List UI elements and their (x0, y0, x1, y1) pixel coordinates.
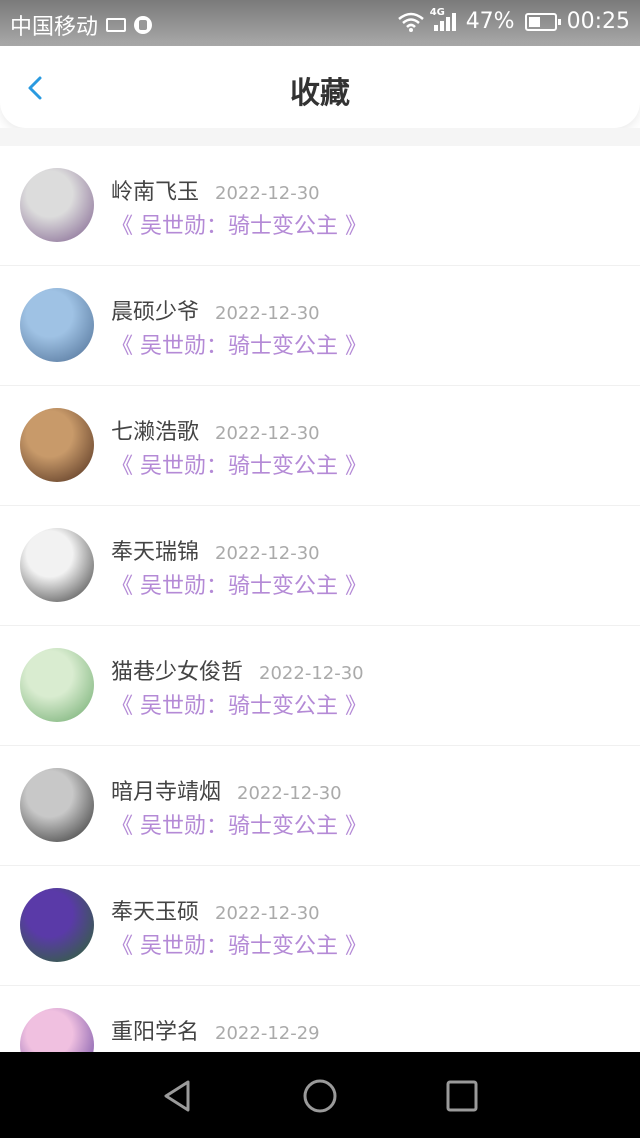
user-name-text: 晨硕少爷 (111, 300, 200, 325)
wifi-icon (397, 12, 424, 32)
avatar[interactable] (20, 648, 94, 722)
signal-icon: 4G (430, 7, 456, 31)
header-divider (0, 128, 640, 146)
clock: 00:25 (566, 9, 630, 34)
home-circle-icon[interactable] (300, 1076, 340, 1116)
user-name: 重阳学名 2022-12-29 (111, 1014, 320, 1046)
user-name: 奉天玉硕 2022-12-30 (111, 894, 320, 926)
avatar[interactable] (20, 768, 94, 842)
user-name: 奉天瑞锦 2022-12-30 (111, 534, 320, 566)
avatar[interactable] (20, 168, 94, 242)
recents-square-icon[interactable] (442, 1076, 482, 1116)
battery-icon (524, 12, 561, 31)
date-label: 2022-12-30 (215, 543, 320, 564)
user-name: 岭南飞玉 2022-12-30 (111, 174, 320, 206)
work-title-link[interactable]: 《 吴世勋：骑士变公主 》 (111, 568, 367, 600)
user-name-text: 岭南飞玉 (111, 180, 200, 205)
list-item[interactable]: 岭南飞玉 2022-12-30 《 吴世勋：骑士变公主 》 (0, 146, 640, 266)
user-name: 猫巷少女俊哲 2022-12-30 (111, 654, 364, 686)
date-label: 2022-12-29 (215, 1023, 320, 1044)
avatar[interactable] (20, 888, 94, 962)
page-title: 收藏 (290, 76, 350, 111)
header-bar: 收藏 (0, 46, 640, 128)
back-triangle-icon[interactable] (158, 1076, 198, 1116)
navigation-bar (0, 1052, 640, 1138)
date-label: 2022-12-30 (215, 303, 320, 324)
work-title-link[interactable]: 《 吴世勋：骑士变公主 》 (111, 808, 367, 840)
date-label: 2022-12-30 (237, 783, 342, 804)
date-label: 2022-12-30 (215, 183, 320, 204)
user-name-text: 重阳学名 (111, 1020, 200, 1045)
favorites-list[interactable]: 岭南飞玉 2022-12-30 《 吴世勋：骑士变公主 》晨硕少爷 2022-12-3… (0, 146, 640, 1052)
battery-percent: 47% (465, 9, 515, 34)
sim-icon (106, 18, 127, 32)
user-name-text: 猫巷少女俊哲 (111, 660, 244, 685)
list-item[interactable]: 奉天瑞锦 2022-12-30 《 吴世勋：骑士变公主 》 (0, 506, 640, 626)
list-item[interactable]: 奉天玉硕 2022-12-30 《 吴世勋：骑士变公主 》 (0, 866, 640, 986)
network-type: 4G (429, 6, 445, 18)
work-title-link[interactable]: 《 吴世勋：骑士变公主 》 (111, 208, 367, 240)
work-title-link[interactable]: 《 吴世勋：骑士变公主 》 (111, 928, 367, 960)
shield-icon (134, 16, 153, 34)
date-label: 2022-12-30 (259, 663, 364, 684)
list-item[interactable]: 猫巷少女俊哲 2022-12-30 《 吴世勋：骑士变公主 》 (0, 626, 640, 746)
list-item[interactable]: 暗月寺靖烟 2022-12-30 《 吴世勋：骑士变公主 》 (0, 746, 640, 866)
work-title-link[interactable]: 《 吴世勋：骑士变公主 》 (111, 688, 367, 720)
list-item[interactable]: 晨硕少爷 2022-12-30 《 吴世勋：骑士变公主 》 (0, 266, 640, 386)
user-name: 暗月寺靖烟 2022-12-30 (111, 774, 342, 806)
user-name-text: 暗月寺靖烟 (111, 780, 222, 805)
list-item[interactable]: 七濑浩歌 2022-12-30 《 吴世勋：骑士变公主 》 (0, 386, 640, 506)
avatar[interactable] (20, 408, 94, 482)
carrier-label: 中国移动 (10, 15, 99, 40)
avatar[interactable] (20, 528, 94, 602)
user-name-text: 奉天瑞锦 (111, 540, 200, 565)
user-name: 晨硕少爷 2022-12-30 (111, 294, 320, 326)
date-label: 2022-12-30 (215, 903, 320, 924)
status-bar: 中国移动 4G 47% 00:25 (0, 0, 640, 46)
user-name: 七濑浩歌 2022-12-30 (111, 414, 320, 446)
avatar[interactable] (20, 288, 94, 362)
date-label: 2022-12-30 (215, 423, 320, 444)
work-title-link[interactable]: 《 吴世勋：骑士变公主 》 (111, 448, 367, 480)
work-title-link[interactable]: 《 吴世勋：骑士变公主 》 (111, 328, 367, 360)
avatar[interactable] (20, 1008, 94, 1052)
user-name-text: 奉天玉硕 (111, 900, 200, 925)
user-name-text: 七濑浩歌 (111, 420, 200, 445)
list-item[interactable]: 重阳学名2022-12-29《 吴世勋：骑士变公主 》 (0, 986, 640, 1052)
